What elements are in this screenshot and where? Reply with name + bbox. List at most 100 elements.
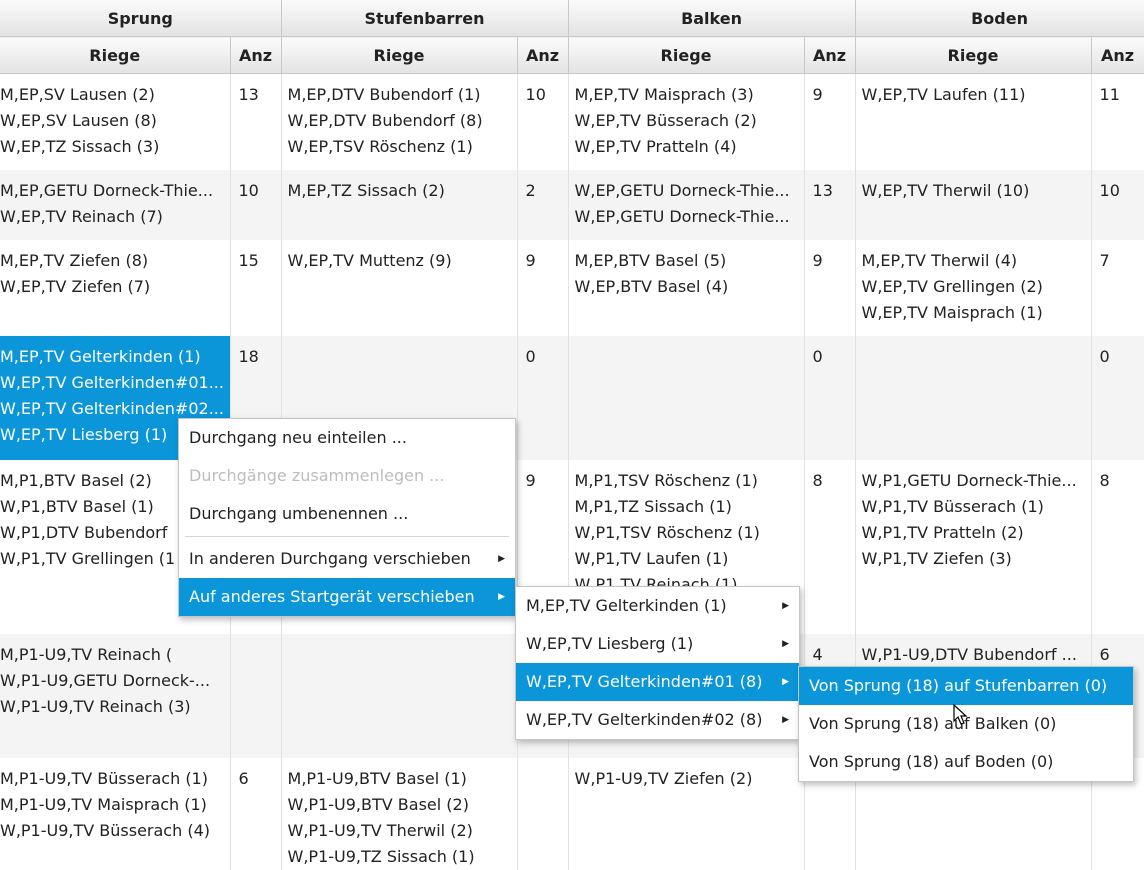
column-header-anz[interactable]: Anz xyxy=(230,36,282,74)
header-sprung[interactable]: Sprung xyxy=(0,0,282,37)
riege-entry: W,EP,GETU Dorneck-Thie... xyxy=(574,207,790,226)
riege-cell[interactable] xyxy=(855,336,1092,460)
riege-cell[interactable]: M,EP,SV Lausen (2) W,EP,SV Lausen (8) W,EP… xyxy=(0,73,231,170)
riege-cell[interactable]: M,EP,BTV Basel (5) W,EP,BTV Basel (4) xyxy=(568,240,805,336)
riege-entry: W,P1-U9,TZ Sissach (1) xyxy=(287,847,475,866)
anz-cell[interactable]: 8 xyxy=(804,460,856,634)
riege-cell[interactable]: W,EP,TV Muttenz (9) xyxy=(281,240,518,336)
riege-cell[interactable] xyxy=(568,336,805,460)
anz-cell[interactable]: 0 xyxy=(517,336,569,460)
column-header-row: Riege Anz Riege Anz Riege Anz Riege Anz xyxy=(0,36,1144,74)
table-row[interactable]: M,EP,SV Lausen (2) W,EP,SV Lausen (8) W,EP… xyxy=(0,73,1144,170)
riege-entry: M,EP,TV Therwil (4) xyxy=(861,251,1018,270)
riege-cell[interactable]: M,EP,TV Therwil (4) W,EP,TV Grellingen (2… xyxy=(855,240,1092,336)
riege-entry: W,EP,TV Maisprach (1) xyxy=(861,303,1043,322)
column-header-anz[interactable]: Anz xyxy=(804,36,856,74)
menu-item[interactable]: Durchgang umbenennen ... xyxy=(179,495,515,533)
anz-cell[interactable] xyxy=(517,758,569,870)
riege-entry: W,P1,TSV Röschenz (1) xyxy=(574,523,760,542)
table-row[interactable]: M,EP,TV Gelterkinden (1) W,EP,TV Gelterki… xyxy=(0,336,1144,460)
anz-cell[interactable]: 10 xyxy=(517,73,569,170)
riege-entry: W,EP,TV Pratteln (4) xyxy=(574,137,737,156)
column-header-anz[interactable]: Anz xyxy=(1091,36,1144,74)
menu-item[interactable]: Durchgang neu einteilen ... xyxy=(179,419,515,457)
menu-item[interactable]: M,EP,TV Gelterkinden (1) ▶ xyxy=(516,587,799,625)
riege-cell[interactable]: M,EP,TV Maisprach (3) W,EP,TV Büsserach (… xyxy=(568,73,805,170)
riege-cell[interactable]: W,EP,GETU Dorneck-Thie... W,EP,GETU Dorne… xyxy=(568,170,805,240)
anz-cell[interactable] xyxy=(230,634,282,758)
menu-item[interactable]: W,EP,TV Gelterkinden#02 (8) ▶ xyxy=(516,701,799,739)
anz-cell[interactable]: 7 xyxy=(1091,240,1144,336)
anz-cell[interactable]: 11 xyxy=(1091,73,1144,170)
riege-entry: W,EP,TZ Sissach (3) xyxy=(0,137,160,156)
menu-item-label: M,EP,TV Gelterkinden (1) xyxy=(526,596,727,615)
riege-cell[interactable] xyxy=(281,634,518,758)
riege-entry: W,P1,TV Büsserach (1) xyxy=(861,497,1044,516)
menu-separator xyxy=(185,536,509,537)
menu-item[interactable]: Auf anderes Startgerät verschieben ▶ xyxy=(179,578,515,616)
table-row[interactable]: M,EP,GETU Dorneck-Thie... W,EP,TV Reinach… xyxy=(0,170,1144,240)
menu-item: Durchgänge zusammenlegen ... xyxy=(179,457,515,495)
anz-cell[interactable]: 2 xyxy=(517,170,569,240)
riege-entry: W,P1-U9,TV Reinach (3) xyxy=(0,697,191,716)
column-header-riege[interactable]: Riege xyxy=(0,36,231,74)
menu-item[interactable]: Von Sprung (18) auf Boden (0) xyxy=(799,743,1133,781)
submenu-arrow-icon: ▶ xyxy=(782,677,789,687)
menu-item-label: Von Sprung (18) auf Stufenbarren (0) xyxy=(809,676,1108,695)
menu-item-label: Von Sprung (18) auf Boden (0) xyxy=(809,752,1054,771)
anz-cell[interactable]: 13 xyxy=(804,170,856,240)
header-boden[interactable]: Boden xyxy=(855,0,1144,37)
column-header-riege[interactable]: Riege xyxy=(281,36,518,74)
riege-cell[interactable]: M,EP,GETU Dorneck-Thie... W,EP,TV Reinach… xyxy=(0,170,231,240)
header-stufenbarren[interactable]: Stufenbarren xyxy=(281,0,569,37)
anz-cell[interactable]: 0 xyxy=(804,336,856,460)
menu-item-label: W,EP,TV Liesberg (1) xyxy=(526,634,694,653)
riege-entry: M,EP,GETU Dorneck-Thie... xyxy=(0,181,214,200)
menu-item-label: Durchgang umbenennen ... xyxy=(189,504,409,523)
riege-cell[interactable]: M,P1-U9,BTV Basel (1) W,P1-U9,BTV Basel (… xyxy=(281,758,518,870)
riege-entry: M,P1,TZ Sissach (1) xyxy=(574,497,732,516)
submenu-arrow-icon: ▶ xyxy=(498,554,505,564)
riege-entry: M,P1-U9,TV Reinach ( xyxy=(0,645,173,664)
anz-cell[interactable]: 8 xyxy=(1091,460,1144,634)
menu-item[interactable]: In anderen Durchgang verschieben ▶ xyxy=(179,540,515,578)
submenu-arrow-icon: ▶ xyxy=(782,601,789,611)
riege-cell[interactable]: W,P1,GETU Dorneck-Thie... W,P1,TV Büssera… xyxy=(855,460,1092,634)
riege-entry: W,EP,DTV Bubendorf (8) xyxy=(287,111,483,130)
anz-cell[interactable]: 9 xyxy=(804,240,856,336)
riege-cell[interactable]: W,P1-U9,TV Ziefen (2) xyxy=(568,758,805,870)
anz-cell[interactable]: 9 xyxy=(804,73,856,170)
riege-entry: W,EP,TSV Röschenz (1) xyxy=(287,137,473,156)
riege-entry: W,EP,TV Ziefen (7) xyxy=(0,277,151,296)
menu-item[interactable]: W,EP,TV Liesberg (1) ▶ xyxy=(516,625,799,663)
riege-entry: W,P1-U9,DTV Bubendorf ... xyxy=(861,645,1077,664)
anz-cell[interactable]: 0 xyxy=(1091,336,1144,460)
anz-cell[interactable]: 6 xyxy=(230,758,282,870)
anz-cell[interactable]: 13 xyxy=(230,73,282,170)
anz-cell[interactable]: 9 xyxy=(517,240,569,336)
menu-item[interactable]: Von Sprung (18) auf Stufenbarren (0) xyxy=(799,667,1133,705)
riege-cell[interactable]: M,EP,TV Ziefen (8) W,EP,TV Ziefen (7) xyxy=(0,240,231,336)
riege-cell[interactable]: M,EP,DTV Bubendorf (1) W,EP,DTV Bubendorf… xyxy=(281,73,518,170)
anz-cell[interactable]: 10 xyxy=(1091,170,1144,240)
menu-item-label: Von Sprung (18) auf Balken (0) xyxy=(809,714,1057,733)
menu-item-label: Durchgänge zusammenlegen ... xyxy=(189,466,445,485)
anz-cell[interactable]: 10 xyxy=(230,170,282,240)
header-balken[interactable]: Balken xyxy=(568,0,856,37)
riege-entry: M,EP,DTV Bubendorf (1) xyxy=(287,85,481,104)
riege-cell[interactable]: M,P1-U9,TV Büsserach (1) M,P1-U9,TV Maisp… xyxy=(0,758,231,870)
riege-cell[interactable]: M,EP,TZ Sissach (2) xyxy=(281,170,518,240)
riege-entry: M,EP,BTV Basel (5) xyxy=(574,251,727,270)
riege-cell[interactable]: W,EP,TV Therwil (10) xyxy=(855,170,1092,240)
riege-cell[interactable]: M,P1-U9,TV Reinach (W,P1-U9,GETU Dorneck… xyxy=(0,634,231,758)
table-row[interactable]: M,EP,TV Ziefen (8) W,EP,TV Ziefen (7) 15 W,… xyxy=(0,240,1144,336)
column-header-riege[interactable]: Riege xyxy=(855,36,1092,74)
riege-entry: W,P1,TV Laufen (1) xyxy=(574,549,729,568)
riege-cell[interactable]: W,EP,TV Laufen (11) xyxy=(855,73,1092,170)
anz-cell[interactable]: 15 xyxy=(230,240,282,336)
menu-item-label: W,EP,TV Gelterkinden#02 (8) xyxy=(526,710,763,729)
column-header-riege[interactable]: Riege xyxy=(568,36,805,74)
menu-item[interactable]: W,EP,TV Gelterkinden#01 (8) ▶ xyxy=(516,663,799,701)
riege-entry: W,P1,GETU Dorneck-Thie... xyxy=(861,471,1077,490)
column-header-anz[interactable]: Anz xyxy=(517,36,569,74)
